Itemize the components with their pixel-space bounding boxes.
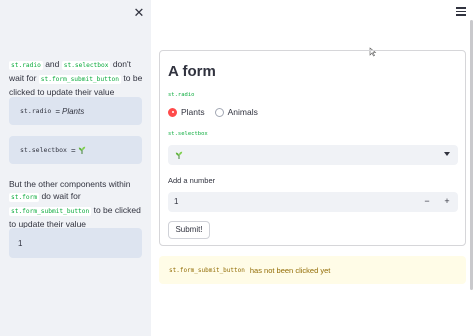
- sidebar: ✕ st.radio and st.selectbox don't wait f…: [0, 0, 151, 336]
- radio-option-animals[interactable]: Animals: [214, 107, 258, 117]
- radio-label: st.radio: [168, 92, 195, 98]
- decrement-button[interactable]: −: [422, 196, 432, 206]
- radio-group: Plants Animals: [168, 107, 268, 117]
- close-sidebar-icon[interactable]: ✕: [132, 6, 146, 20]
- form-title: A form: [168, 63, 216, 80]
- increment-button[interactable]: +: [442, 196, 452, 206]
- code-radio: st.radio: [9, 61, 43, 70]
- radio-value-box: st.radio = Plants: [9, 97, 142, 125]
- sidebar-description: st.radio and st.selectbox don't wait for…: [9, 58, 145, 98]
- form-container: A form st.radio Plants Animals st.select…: [159, 50, 466, 246]
- selectbox-value-box: st.selectbox =: [9, 136, 142, 164]
- text-but-other: But the other components within: [9, 179, 131, 189]
- code-radio-value: st.radio: [20, 107, 52, 115]
- number-input-value[interactable]: 1: [174, 197, 178, 206]
- text-do-wait: do wait for: [41, 191, 81, 201]
- seedling-icon: [175, 151, 183, 159]
- number-input[interactable]: 1 − +: [168, 192, 458, 212]
- number-value-box: 1: [9, 228, 142, 258]
- seedling-icon: [78, 146, 85, 154]
- equals-sign: =: [70, 145, 76, 155]
- selectbox-label: st.selectbox: [168, 131, 208, 137]
- equals-sign: =: [55, 106, 60, 116]
- code-selectbox-value: st.selectbox: [20, 146, 67, 154]
- radio-button-selected[interactable]: [168, 107, 177, 117]
- code-selectbox: st.selectbox: [61, 61, 111, 70]
- number-input-label: Add a number: [168, 176, 216, 185]
- text-and: and: [45, 59, 60, 69]
- radio-option-label: Plants: [181, 107, 205, 117]
- warning-text: has not been clicked yet: [249, 265, 331, 275]
- scrollbar[interactable]: [470, 20, 473, 290]
- warning-message: st.form_submit_button has not been click…: [159, 256, 466, 284]
- radio-value: Plants: [61, 106, 85, 116]
- code-form: st.form: [9, 193, 40, 202]
- radio-option-label: Animals: [227, 107, 258, 117]
- selectbox[interactable]: [168, 145, 458, 165]
- sidebar-description-2: But the other components within st.form …: [9, 178, 145, 230]
- number-value: 1: [18, 238, 23, 248]
- chevron-down-icon[interactable]: [444, 152, 450, 156]
- radio-button[interactable]: [214, 107, 224, 117]
- code-form-submit: st.form_submit_button: [38, 75, 122, 84]
- hamburger-menu-icon[interactable]: [456, 7, 466, 17]
- radio-option-plants[interactable]: Plants: [168, 107, 205, 117]
- code-form-submit-2: st.form_submit_button: [9, 207, 92, 216]
- submit-button[interactable]: Submit!: [168, 221, 210, 239]
- code-form-submit-warning: st.form_submit_button: [169, 266, 245, 274]
